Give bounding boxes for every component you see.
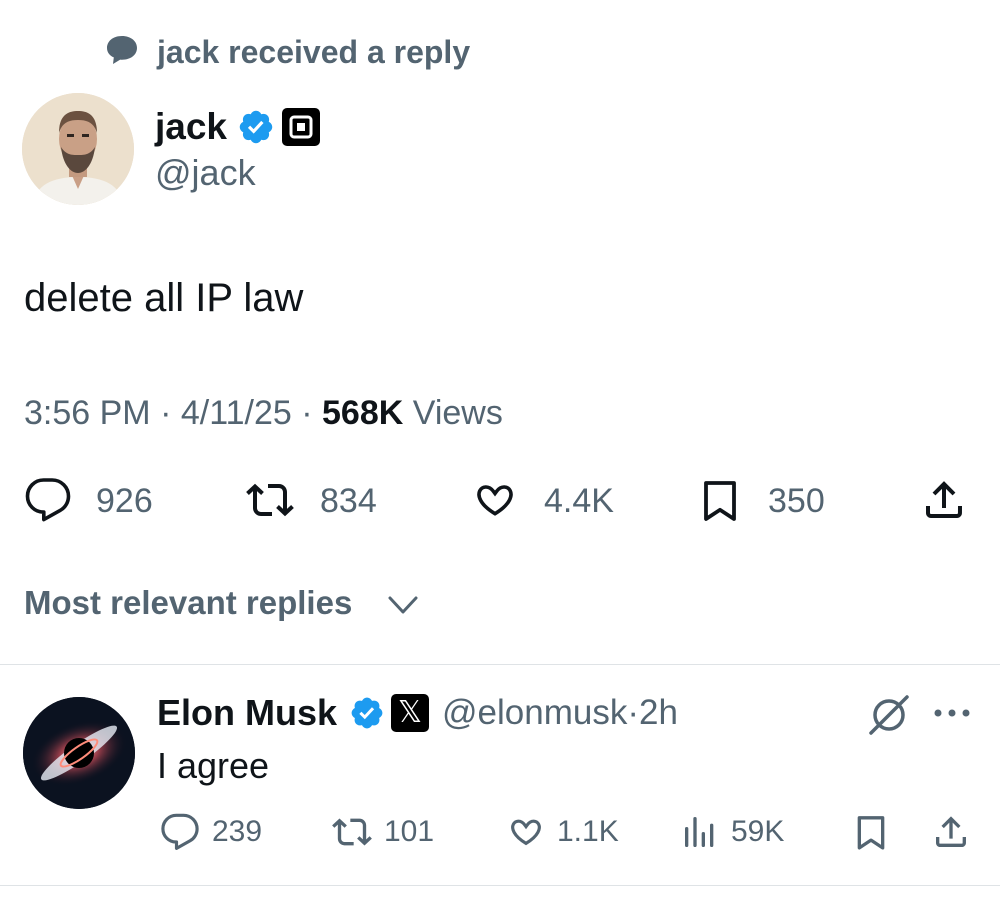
reply-separator: ·	[627, 693, 639, 732]
retweet-icon[interactable]	[246, 476, 294, 524]
reply-handle-line: @elonmusk·2h	[442, 690, 678, 736]
reply-retweet-count: 101	[384, 815, 435, 848]
speech-bubble-icon	[107, 36, 137, 64]
bookmark-count: 350	[768, 482, 825, 520]
reply-icon[interactable]	[160, 812, 200, 852]
replies-sort-label[interactable]: Most relevant replies	[24, 581, 352, 625]
bookmark-icon[interactable]	[851, 812, 891, 852]
reply-icon[interactable]	[24, 476, 72, 524]
divider	[0, 885, 1000, 886]
reply-reply-count: 239	[212, 815, 263, 848]
tweet-date[interactable]: 4/11/25	[181, 394, 292, 432]
bookmark-icon[interactable]	[696, 476, 744, 524]
avatar[interactable]	[23, 697, 135, 809]
author-handle[interactable]: @jack	[155, 150, 256, 196]
like-icon[interactable]	[506, 812, 546, 852]
reply-like-count: 1.1K	[557, 815, 619, 848]
reply-count: 926	[96, 482, 153, 520]
reply-text: I agree	[157, 745, 270, 786]
avatar[interactable]	[22, 93, 134, 205]
verified-badge-icon[interactable]	[349, 695, 385, 731]
like-icon[interactable]	[471, 476, 519, 524]
retweet-count: 834	[320, 482, 377, 520]
retweet-icon[interactable]	[332, 812, 372, 852]
reply-author-handle[interactable]: @elonmusk	[442, 693, 627, 732]
like-count: 4.4K	[544, 482, 614, 520]
author-name[interactable]: jack	[155, 104, 227, 150]
reply-views-count: 59K	[731, 815, 785, 848]
more-icon[interactable]	[930, 700, 974, 726]
reply-age[interactable]: 2h	[639, 693, 678, 732]
square-logo-icon[interactable]	[282, 108, 320, 146]
chevron-down-icon[interactable]	[386, 590, 420, 620]
views-count: 568K	[322, 394, 404, 432]
views-icon[interactable]	[680, 812, 720, 852]
divider	[0, 664, 1000, 665]
x-logo-icon[interactable]: 𝕏	[391, 694, 429, 732]
reply-author-name[interactable]: Elon Musk	[157, 690, 337, 736]
share-icon[interactable]	[920, 476, 968, 524]
verified-badge-icon[interactable]	[237, 108, 275, 146]
social-context-text[interactable]: jack received a reply	[157, 30, 470, 74]
share-icon[interactable]	[931, 812, 971, 852]
views-label: Views	[412, 394, 503, 432]
meta-separator: ·	[301, 394, 313, 432]
tweet-text: delete all IP law	[24, 276, 304, 320]
meta-separator: ·	[160, 394, 172, 432]
tweet-time[interactable]: 3:56 PM	[24, 394, 151, 432]
tweet-meta: 3:56 PM · 4/11/25 · 568K Views	[24, 391, 503, 435]
grok-icon[interactable]	[866, 692, 912, 738]
